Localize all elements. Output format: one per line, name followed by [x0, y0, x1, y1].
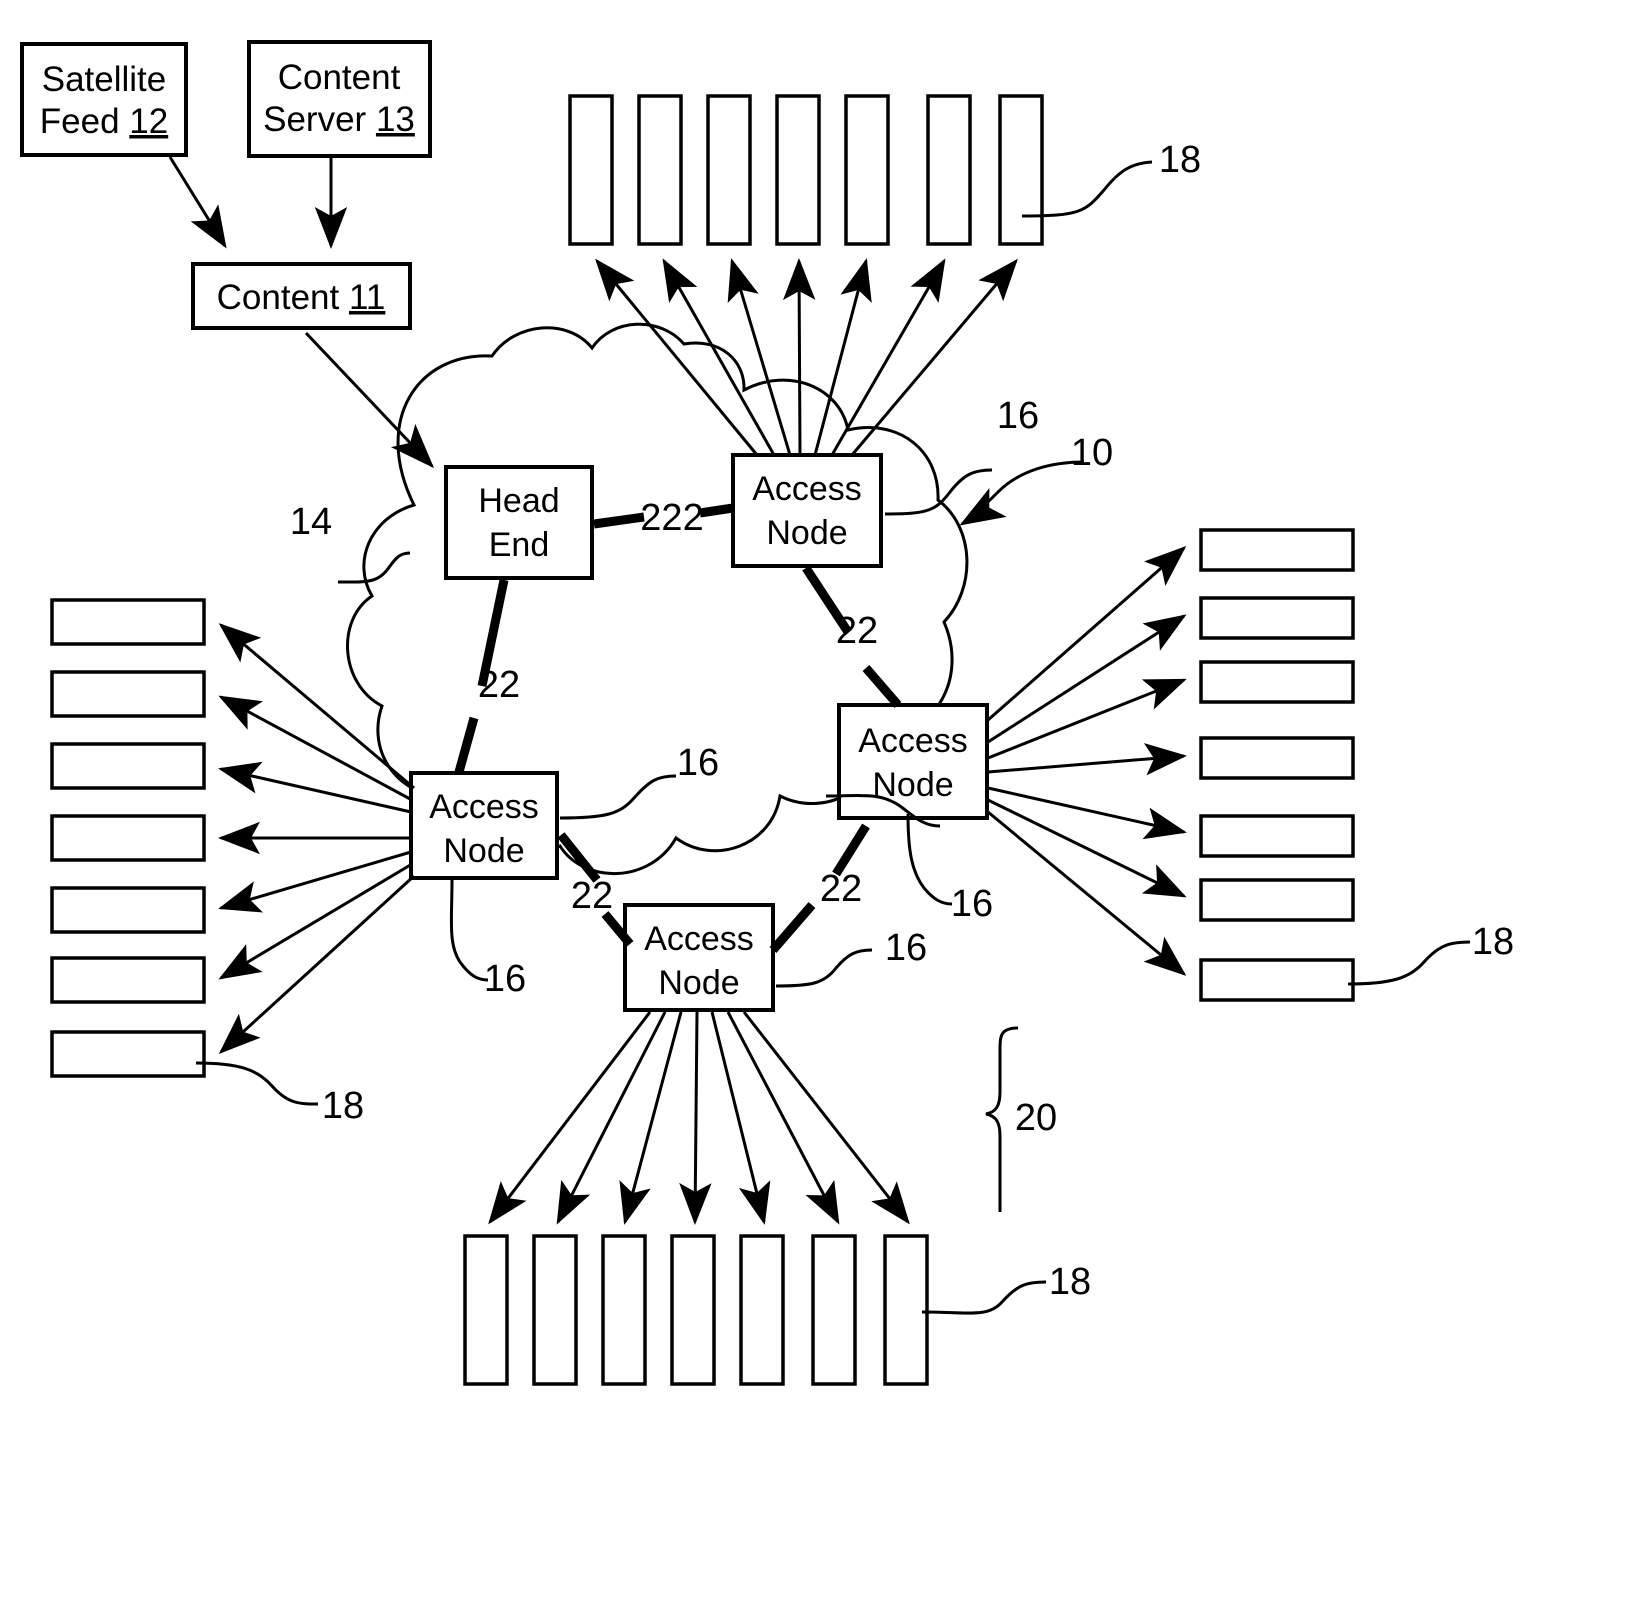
content-line1: Content	[217, 278, 340, 317]
ref-22-headend: 22	[478, 664, 520, 706]
link-access-top-left-stub	[699, 503, 734, 518]
leader-16-left	[559, 774, 677, 820]
ref-22-left: 22	[571, 875, 613, 917]
access-node-left-line1: Access	[429, 788, 539, 826]
ref-18-bottom: 18	[1049, 1261, 1091, 1303]
content-server-ref: 13	[376, 100, 415, 139]
ref-16-right-lower: 16	[951, 883, 993, 925]
brace-subscriber-group-20	[985, 1026, 1019, 1212]
leader-18-left	[195, 1061, 319, 1106]
ref-20: 20	[1015, 1097, 1057, 1139]
access-node-top-line1: Access	[752, 470, 862, 508]
ref-22-bottom-right: 22	[820, 868, 862, 910]
ref-16-top: 16	[997, 395, 1039, 437]
leader-14	[338, 551, 411, 584]
satellite-feed-line1: Satellite	[42, 60, 167, 99]
svg-text:Content 11: Content 11	[217, 278, 386, 317]
head-end-line1: Head	[478, 482, 559, 520]
arrow-satellite-to-content	[168, 156, 227, 249]
access-node-right-line2: Node	[872, 766, 953, 804]
link-headend-right-stub	[593, 512, 645, 529]
ref-14: 14	[290, 501, 332, 543]
subscriber-group-bottom	[463, 1234, 929, 1386]
ref-18-top: 18	[1159, 139, 1201, 181]
satellite-feed-line2: Feed	[40, 102, 120, 141]
link-access-left-to-bottom-upper	[557, 832, 601, 883]
arrows-top-subscribers	[595, 258, 1018, 456]
access-node-right-line1: Access	[858, 722, 968, 760]
ref-16-bottom: 16	[885, 927, 927, 969]
access-node-top-line2: Node	[766, 514, 847, 552]
access-node-left-line2: Node	[443, 832, 524, 870]
arrow-content-to-headend	[304, 331, 435, 469]
ref-10: 10	[1071, 432, 1113, 474]
arrows-left-subscribers	[218, 623, 416, 1055]
arrows-bottom-subscribers	[488, 1011, 910, 1225]
leader-16-left-lower	[449, 879, 489, 982]
ref-22-top-right: 22	[836, 610, 878, 652]
svg-text:Server 13: Server 13	[263, 100, 415, 139]
leader-16-right-lower	[906, 813, 953, 906]
link-access-bottom-to-right-lower	[769, 902, 816, 953]
ref-16-left-lower: 16	[484, 958, 526, 1000]
content-ref: 11	[349, 278, 385, 317]
network-diagram-svg: Satellite Feed 12 Content Server 13 Cont…	[20, 40, 1514, 1386]
content-label: Content 11	[217, 278, 386, 317]
leader-16-bottom	[775, 948, 873, 988]
subscriber-group-right	[1199, 528, 1355, 1002]
link-access-bottom-to-right-upper	[832, 823, 870, 877]
leader-18-bottom	[921, 1280, 1047, 1315]
ref-16-left: 16	[677, 742, 719, 784]
access-node-bottom-line1: Access	[644, 920, 754, 958]
ref-222: 222	[640, 497, 703, 539]
ref-18-left: 18	[322, 1085, 364, 1127]
svg-text:Feed 12: Feed 12	[40, 102, 168, 141]
arrows-right-subscribers	[987, 546, 1187, 976]
subscriber-group-top	[568, 94, 1044, 246]
leader-18-right	[1347, 940, 1471, 986]
ref-18-right: 18	[1472, 921, 1514, 963]
satellite-feed-ref: 12	[129, 102, 168, 141]
access-node-bottom-line2: Node	[658, 964, 739, 1002]
link-access-top-to-right-lower	[862, 665, 902, 708]
diagram-canvas: Satellite Feed 12 Content Server 13 Cont…	[0, 0, 1645, 1603]
subscriber-group-left	[50, 598, 206, 1078]
head-end-line2: End	[489, 526, 550, 564]
content-server-line2: Server	[263, 100, 366, 139]
link-headend-to-access-left-lower	[454, 716, 479, 774]
content-server-line1: Content	[278, 58, 401, 97]
